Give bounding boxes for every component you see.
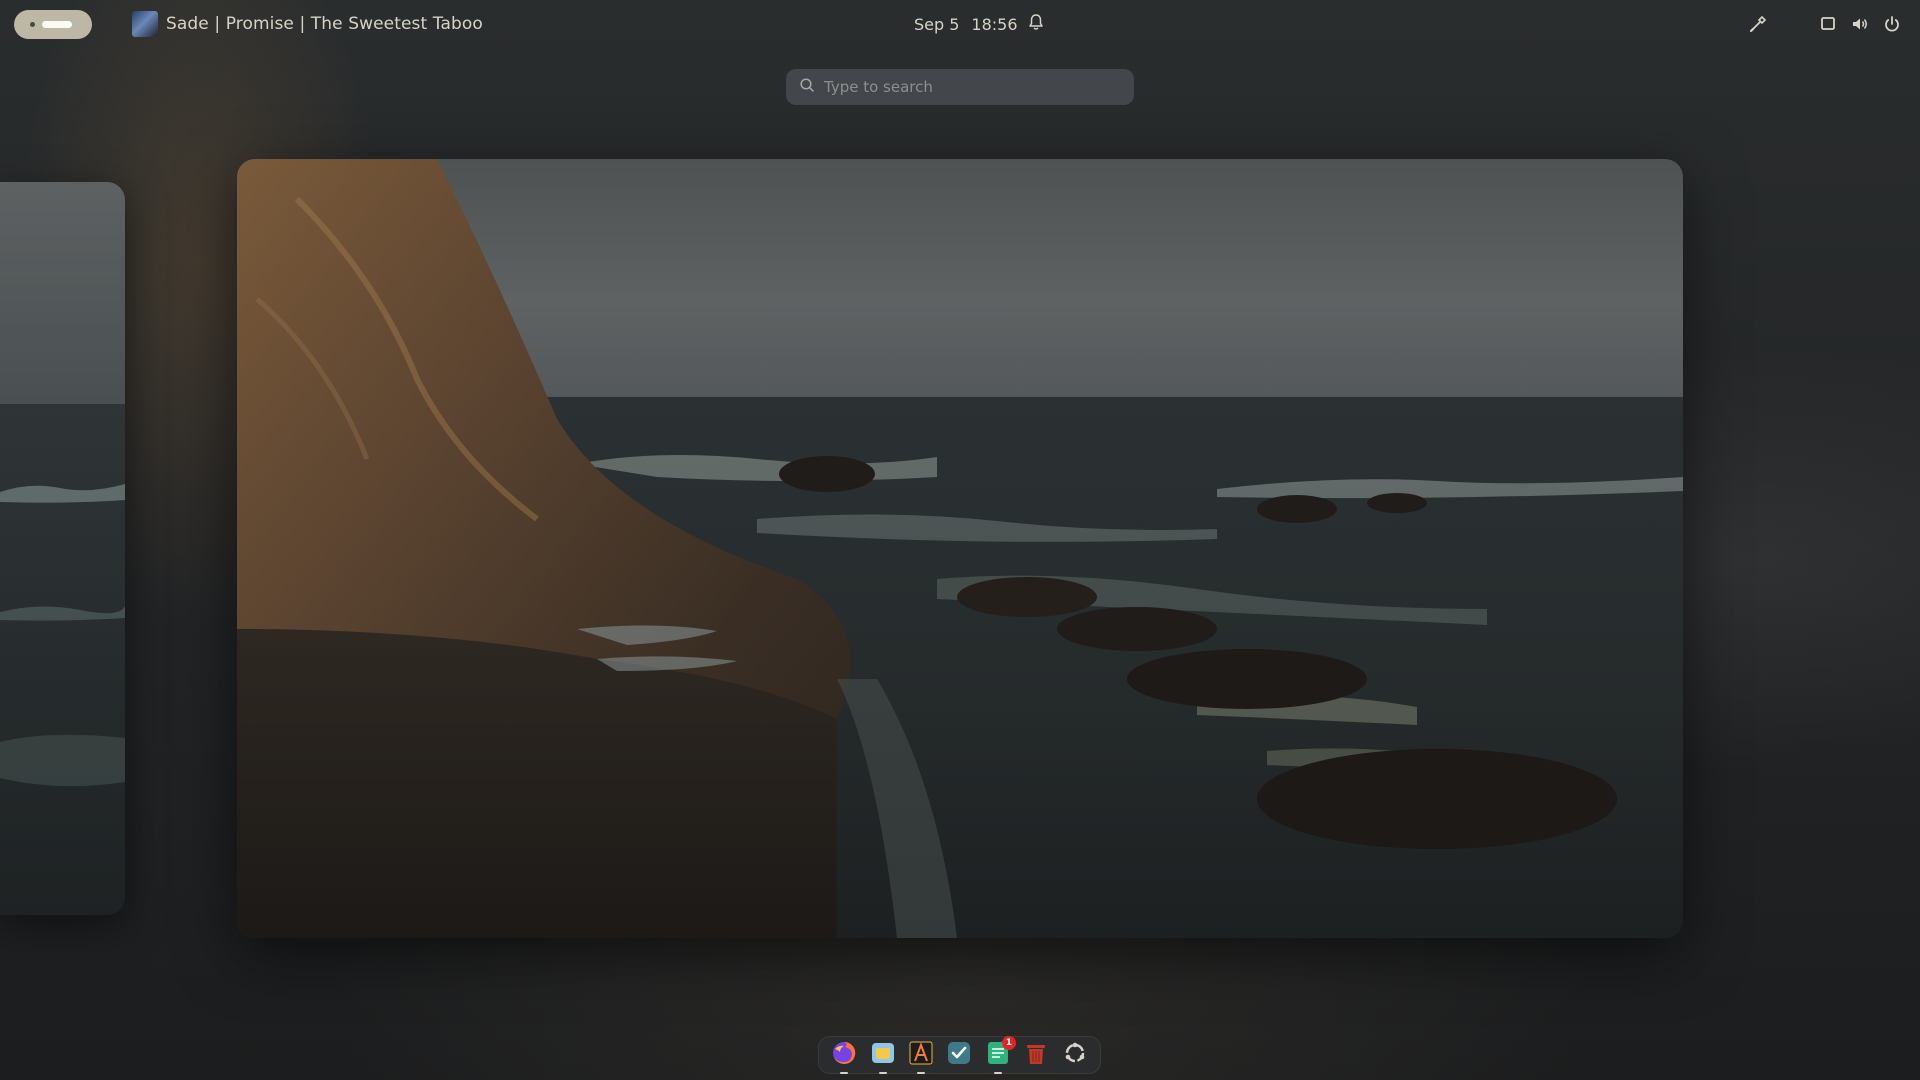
top-bar: Sade | Promise | The Sweetest Taboo Sep … xyxy=(0,0,1920,48)
window-preview-main[interactable] xyxy=(237,159,1683,938)
workspace-indicator-inactive[interactable] xyxy=(30,22,35,27)
notification-badge: 1 xyxy=(1001,1036,1016,1050)
wallpaper-thumbnail xyxy=(237,159,1683,938)
dock-item-trash[interactable] xyxy=(1021,1040,1051,1070)
dock-item-text-editor[interactable] xyxy=(906,1040,936,1074)
search-bar[interactable] xyxy=(786,69,1134,105)
bell-icon xyxy=(1028,13,1044,35)
app-grid-icon xyxy=(1062,1040,1088,1070)
trash-icon xyxy=(1023,1040,1049,1070)
system-tray[interactable] xyxy=(1700,10,1920,38)
clock-date: Sep 5 xyxy=(914,14,960,34)
search-icon xyxy=(799,77,815,97)
color-picker-icon[interactable] xyxy=(1748,14,1768,34)
dock-item-firefox[interactable] xyxy=(829,1040,859,1074)
tasks-icon xyxy=(946,1040,972,1070)
files-icon xyxy=(870,1040,896,1070)
text-editor-icon xyxy=(908,1040,934,1070)
dock-item-tasks[interactable] xyxy=(944,1040,974,1070)
running-indicator xyxy=(917,1072,926,1074)
running-indicator xyxy=(878,1072,887,1074)
firefox-icon xyxy=(831,1040,857,1070)
media-indicator[interactable]: Sade | Promise | The Sweetest Taboo xyxy=(132,11,483,37)
volume-icon[interactable] xyxy=(1850,14,1870,34)
workspace-indicator-active[interactable] xyxy=(42,21,72,28)
wallpaper-thumbnail xyxy=(0,182,125,915)
dock-item-files[interactable] xyxy=(868,1040,898,1074)
activities-button[interactable] xyxy=(14,10,92,39)
window-preview-left[interactable] xyxy=(0,182,125,915)
search-input[interactable] xyxy=(824,78,1114,96)
media-title: Sade | Promise | The Sweetest Taboo xyxy=(166,14,483,34)
clock-time: 18:56 xyxy=(971,14,1018,34)
dock-item-show-apps[interactable] xyxy=(1060,1040,1090,1070)
running-indicator xyxy=(840,1072,849,1074)
album-art-icon xyxy=(132,11,158,37)
dock-item-notes[interactable]: 1 xyxy=(983,1036,1016,1074)
dock: 1 xyxy=(818,1036,1101,1074)
power-icon[interactable] xyxy=(1882,14,1902,34)
screen-icon[interactable] xyxy=(1818,14,1838,34)
clock-button[interactable]: Sep 5 18:56 xyxy=(914,13,1044,35)
running-indicator xyxy=(993,1072,1002,1074)
